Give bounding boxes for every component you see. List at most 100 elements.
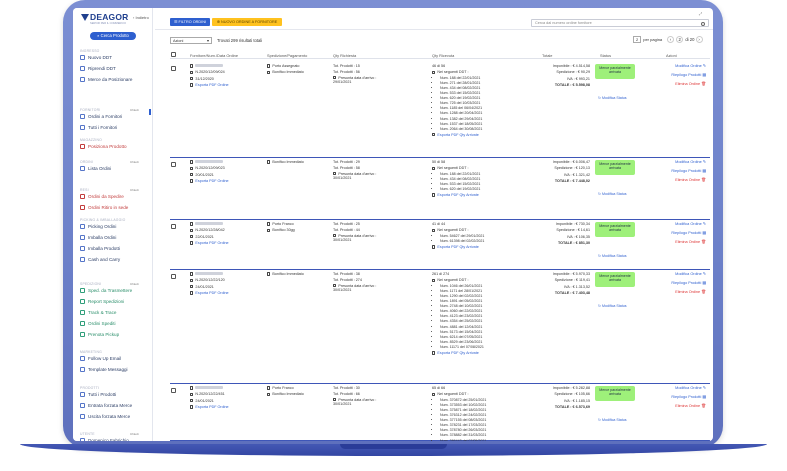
export-pdf-order-link[interactable]: Esporta PDF Ordine xyxy=(190,404,229,410)
product-summary-link[interactable]: Riepilogo Prodotti ▦ xyxy=(656,279,706,288)
sidebar-item[interactable]: Nuovo DDT xyxy=(80,55,112,60)
sidebar-item[interactable]: Prenota Pickup xyxy=(80,332,119,337)
grand-total: TOTALE : € 7.448,02 xyxy=(554,179,590,184)
prev-page-button[interactable]: ‹ xyxy=(667,36,674,43)
export-qty-link[interactable]: Esporta PDF Qty Arrivate xyxy=(432,244,484,250)
sidebar-item[interactable]: Picking Ordini xyxy=(80,224,116,229)
total-cell: Imponibile : € 6.006,47 Spedizione : € 1… xyxy=(526,159,590,185)
delete-order-link[interactable]: Elimina Ordine 🗑 xyxy=(656,238,706,247)
search-icon xyxy=(701,21,705,26)
delete-order-link[interactable]: Elimina Ordine 🗑 xyxy=(656,402,706,411)
sidebar-item-icon xyxy=(80,438,85,441)
row-checkbox[interactable] xyxy=(171,224,176,229)
sidebar-item[interactable]: Domenico Fabrichio xyxy=(80,438,129,441)
sidebar-section-toggle[interactable]: Chiudi xyxy=(130,188,139,192)
order-date: 24/01/2021 xyxy=(195,284,214,289)
row-checkbox[interactable] xyxy=(171,66,176,71)
total-cell: Imponibile : € 5.282,88 Spedizione : € 1… xyxy=(526,385,590,411)
product-summary-link[interactable]: Riepilogo Prodotti ▦ xyxy=(656,229,706,238)
sidebar-item[interactable]: Track & Trace xyxy=(80,310,116,315)
export-pdf-order-link[interactable]: Esporta PDF Ordine xyxy=(190,290,229,296)
sidebar-item[interactable]: Cash and Carry xyxy=(80,257,120,262)
order-number-icon xyxy=(190,166,194,170)
sidebar-item[interactable]: Follow Up Email xyxy=(80,356,121,361)
brand-tagline: SERVIZI PER IL COMMERCIO xyxy=(90,22,127,25)
qty-requested-cell: Tot. Prodotti : 29 Tot. Prodotti : 58 Pr… xyxy=(333,159,385,181)
export-pdf-order-label: Esporta PDF Ordine xyxy=(195,291,229,296)
sidebar-item[interactable]: Tutti i Prodotti xyxy=(80,392,116,397)
edit-status-link[interactable]: ↻ Modifica Status xyxy=(598,96,627,100)
delete-order-label: Elimina Ordine xyxy=(675,289,701,294)
product-summary-link[interactable]: Riepilogo Prodotti ▦ xyxy=(656,71,706,80)
export-pdf-order-link[interactable]: Esporta PDF Ordine xyxy=(190,178,229,184)
page-total: di 20 xyxy=(685,37,695,42)
sidebar-item[interactable]: Report Spedizioni xyxy=(80,299,124,304)
actions-select[interactable]: Azioni xyxy=(170,37,212,44)
edit-status-link[interactable]: ↻ Modifica Status xyxy=(598,192,627,196)
sidebar-item[interactable]: Lista Ordini xyxy=(80,166,111,171)
delete-order-link[interactable]: Elimina Ordine 🗑 xyxy=(656,288,706,297)
ddt-item: Num. 5173 del 15/04/2021 xyxy=(440,330,484,335)
qty-requested-cell: Tot. Prodotti : 25 Tot. Prodotti : 44 Pr… xyxy=(333,221,385,243)
sidebar-item[interactable]: Ordini a Fornitori xyxy=(80,114,122,119)
edit-status-link[interactable]: ↻ Modifica Status xyxy=(598,418,627,422)
per-page-select[interactable]: 2 xyxy=(633,36,642,43)
edit-order-link[interactable]: Modifica Ordine ✎ xyxy=(656,62,706,71)
edit-order-link[interactable]: Modifica Ordine ✎ xyxy=(656,384,706,393)
sidebar-item-label: Tutti i Fornitori xyxy=(88,125,118,130)
per-page-control[interactable]: 2 per pagina xyxy=(633,36,662,43)
order-number-icon xyxy=(190,70,194,74)
sidebar-item-label: Riprendi DDT xyxy=(88,66,116,71)
export-qty-link[interactable]: Esporta PDF Qty Arrivate xyxy=(432,192,480,198)
sidebar-item-icon xyxy=(80,144,85,149)
sidebar-section-toggle[interactable]: Chiudi xyxy=(130,160,139,164)
sidebar-item[interactable]: Merce da Posizionare xyxy=(80,77,132,82)
filter-orders-button[interactable]: ☰ FILTRO ORDINI xyxy=(170,18,210,26)
export-qty-link[interactable]: Esporta PDF Qty Arrivate xyxy=(432,132,482,138)
search-input[interactable]: Cerca dal numero ordine fornitore xyxy=(531,19,709,27)
edit-order-link[interactable]: Modifica Ordine ✎ xyxy=(656,270,706,279)
sidebar-item-label: Uscita forzata Merce xyxy=(88,414,131,419)
select-all-checkbox[interactable] xyxy=(171,52,176,58)
sidebar-item[interactable]: Uscita forzata Merce xyxy=(80,414,130,419)
product-summary-link[interactable]: Riepilogo Prodotti ▦ xyxy=(656,167,706,176)
search-product-button[interactable]: ⌕ Cerca Prodotto xyxy=(90,32,136,40)
sidebar-item[interactable]: Sped. da Trasmettere xyxy=(80,288,132,293)
sidebar-item[interactable]: Template Messaggi xyxy=(80,367,128,372)
sidebar-item[interactable]: Riprendi DDT xyxy=(80,66,116,71)
sidebar-item[interactable]: Imballa Ordini xyxy=(80,235,116,240)
sidebar-section-toggle[interactable]: Chiudi xyxy=(130,282,139,286)
collapse-sidebar-button[interactable]: ‹ Indietro xyxy=(133,15,149,20)
sidebar-section-toggle[interactable]: Chiudi xyxy=(130,432,139,436)
edit-order-link[interactable]: Modifica Ordine ✎ xyxy=(656,158,706,167)
pdf-icon xyxy=(432,245,436,249)
edit-status-link[interactable]: ↻ Modifica Status xyxy=(598,254,627,258)
supplier-name-redacted xyxy=(195,222,224,225)
sidebar-item[interactable]: Tutti i Fornitori xyxy=(80,125,117,130)
sidebar-section-title: RESI xyxy=(80,188,89,192)
sidebar-item[interactable]: Ordini da Spedire xyxy=(80,194,124,199)
window-controls-icon[interactable]: ⤢ xyxy=(699,11,702,16)
ddt-item: Num. 1288 del 20/04/2021 xyxy=(440,111,482,116)
export-pdf-order-link[interactable]: Esporta PDF Ordine xyxy=(190,82,229,88)
sidebar-item[interactable]: Ordini Spediti xyxy=(80,321,116,326)
export-pdf-order-link[interactable]: Esporta PDF Ordine xyxy=(190,240,229,246)
sidebar-item[interactable]: Ordini Ritiro in sede xyxy=(80,205,128,210)
export-qty-link[interactable]: Esporta PDF Qty Arrivate xyxy=(432,350,484,356)
table-row: N.2020/12/22/451 24/01/2021 Esporta PDF … xyxy=(170,384,710,441)
current-page-input[interactable]: 2 xyxy=(676,36,684,43)
edit-order-link[interactable]: Modifica Ordine ✎ xyxy=(656,220,706,229)
edit-status-link[interactable]: ↻ Modifica Status xyxy=(598,304,627,308)
row-checkbox[interactable] xyxy=(171,274,176,279)
row-checkbox[interactable] xyxy=(171,388,176,393)
next-page-button[interactable]: › xyxy=(695,36,703,43)
sidebar-item[interactable]: Imballa Prodotti xyxy=(80,246,120,251)
sidebar-item[interactable]: Posiziona Prodotto xyxy=(80,144,127,149)
delete-order-link[interactable]: Elimina Ordine 🗑 xyxy=(656,80,706,89)
sidebar-section-toggle[interactable]: Chiudi xyxy=(130,108,139,112)
row-checkbox[interactable] xyxy=(171,162,176,167)
sidebar-item[interactable]: Entrata forzata Merce xyxy=(80,403,132,408)
delete-order-link[interactable]: Elimina Ordine 🗑 xyxy=(656,176,706,185)
product-summary-link[interactable]: Riepilogo Prodotti ▦ xyxy=(656,393,706,402)
new-supplier-order-button[interactable]: ⊕ NUOVO ORDINE A FORNITORE xyxy=(212,18,282,26)
